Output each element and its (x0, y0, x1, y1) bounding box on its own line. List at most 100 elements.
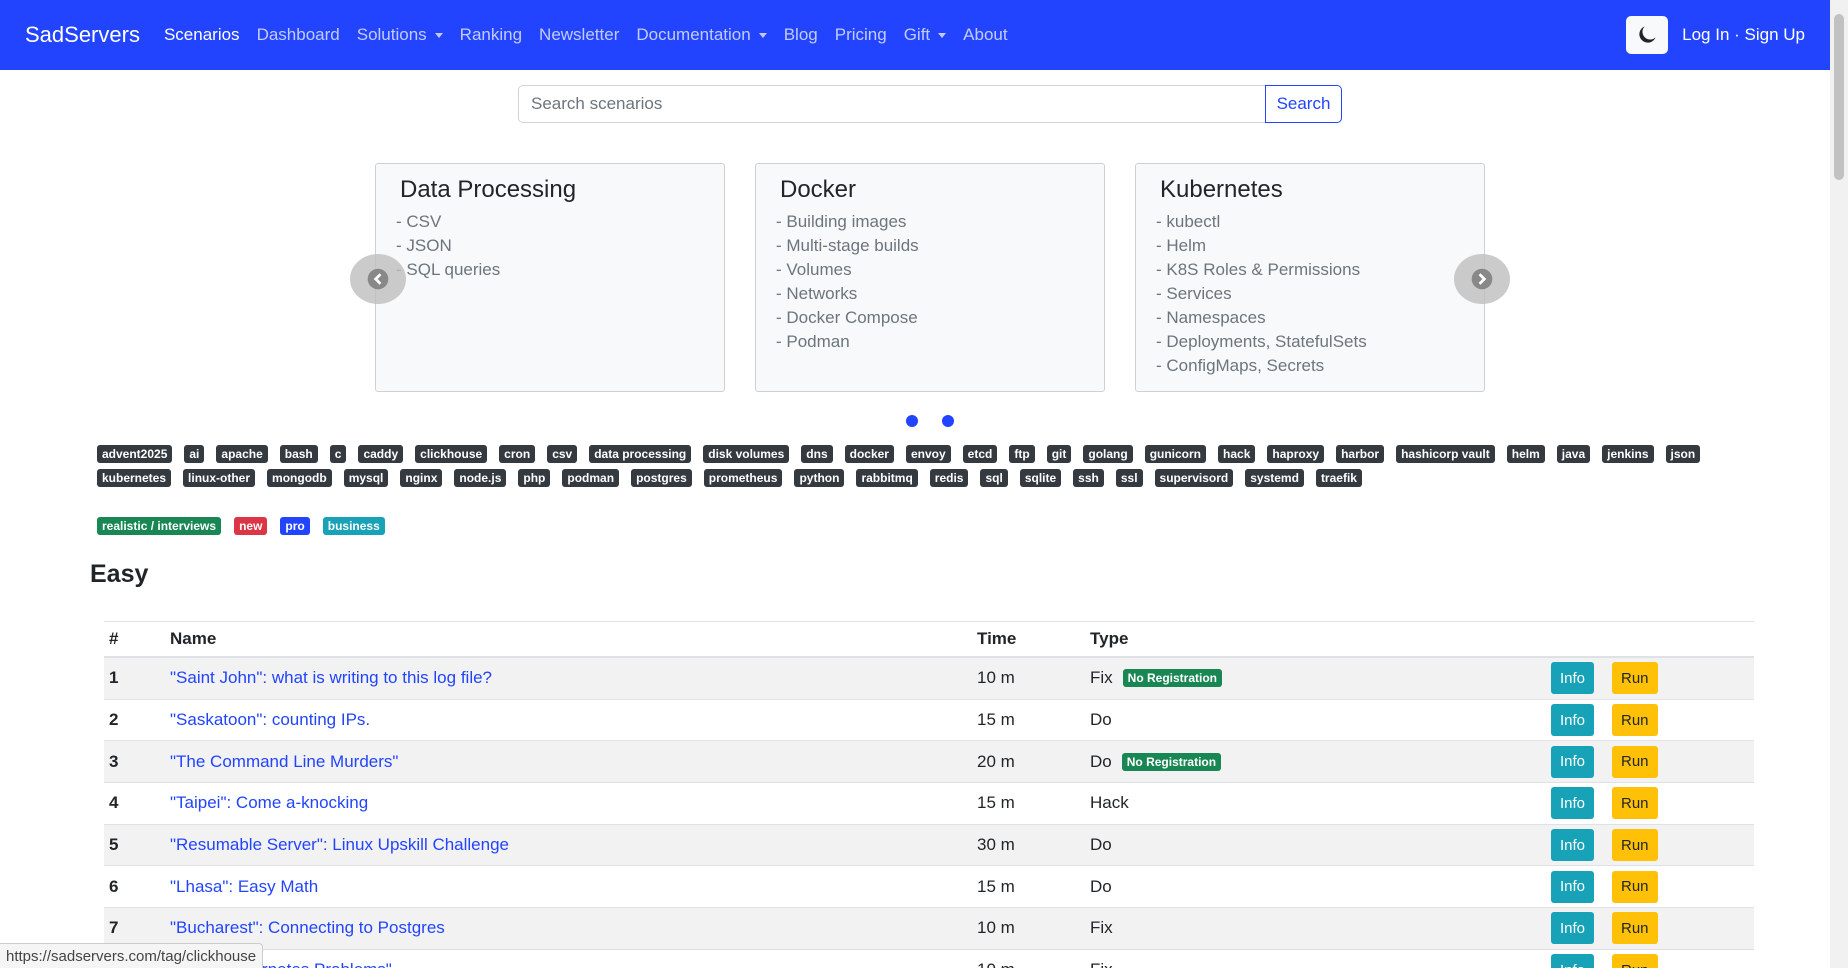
nav-link-label: Blog (783, 25, 818, 44)
carousel-indicator-1[interactable] (906, 415, 918, 427)
info-button[interactable]: Info (1551, 912, 1595, 945)
tag-jenkins[interactable]: jenkins (1602, 445, 1654, 463)
nav-link-documentation[interactable]: Documentation (636, 25, 767, 45)
search-button[interactable]: Search (1265, 85, 1342, 123)
tag-php[interactable]: php (518, 469, 551, 487)
tag-envoy[interactable]: envoy (905, 445, 951, 463)
nav-link-gift[interactable]: Gift (904, 25, 947, 45)
run-button[interactable]: Run (1612, 954, 1658, 968)
scenario-link[interactable]: "The Command Line Murders" (170, 752, 398, 771)
tag-data-processing[interactable]: data processing (589, 445, 692, 463)
tag-sqlite[interactable]: sqlite (1019, 469, 1062, 487)
scenario-link[interactable]: "Saskatoon": counting IPs. (170, 710, 370, 729)
tag-redis[interactable]: redis (929, 469, 969, 487)
tag-golang[interactable]: golang (1083, 445, 1133, 463)
tag-postgres[interactable]: postgres (631, 469, 692, 487)
nav-link-about[interactable]: About (963, 25, 1007, 45)
nav-link-scenarios[interactable]: Scenarios (164, 25, 240, 45)
tag-java[interactable]: java (1556, 445, 1591, 463)
row-type-cell: Do No Registration (1090, 752, 1540, 772)
tag-apache[interactable]: apache (216, 445, 268, 463)
carousel-card-docker[interactable]: Docker - Building images - Multi-stage bui… (755, 163, 1105, 392)
tag-c[interactable]: c (329, 445, 347, 463)
login-signup-link[interactable]: Log In · Sign Up (1682, 25, 1805, 45)
nav-link-pricing[interactable]: Pricing (835, 25, 887, 45)
scenario-link[interactable]: "Resumable Server": Linux Upskill Challe… (170, 835, 509, 854)
tag-rabbitmq[interactable]: rabbitmq (856, 469, 918, 487)
tag-docker[interactable]: docker (844, 445, 894, 463)
info-button[interactable]: Info (1551, 954, 1595, 968)
tag-hack[interactable]: hack (1218, 445, 1256, 463)
nav-link-ranking[interactable]: Ranking (460, 25, 522, 45)
card-list-item: - SQL queries (396, 260, 501, 279)
tag-cron[interactable]: cron (499, 445, 536, 463)
tag-haproxy[interactable]: haproxy (1267, 445, 1325, 463)
run-button[interactable]: Run (1612, 662, 1658, 695)
info-button[interactable]: Info (1551, 745, 1595, 778)
scenario-link[interactable]: "Bucharest": Connecting to Postgres (170, 918, 445, 937)
tag-prometheus[interactable]: prometheus (703, 469, 783, 487)
tag-gunicorn[interactable]: gunicorn (1144, 445, 1207, 463)
page-scrollbar[interactable] (1830, 0, 1848, 968)
tag-mongodb[interactable]: mongodb (267, 469, 332, 487)
run-button[interactable]: Run (1612, 787, 1658, 820)
tag-ai[interactable]: ai (184, 445, 205, 463)
tag-supervisord[interactable]: supervisord (1154, 469, 1234, 487)
run-button[interactable]: Run (1612, 745, 1658, 778)
nav-link-newsletter[interactable]: Newsletter (539, 25, 619, 45)
tag-bash[interactable]: bash (279, 445, 318, 463)
row-name-cell: "The Command Line Murders" (170, 752, 977, 772)
theme-toggle-button[interactable] (1626, 16, 1669, 54)
scenario-link[interactable]: "Taipei": Come a-knocking (170, 793, 368, 812)
chevron-left-icon (367, 268, 389, 290)
tag-ssh[interactable]: ssh (1073, 469, 1104, 487)
info-button[interactable]: Info (1551, 787, 1595, 820)
nav-link-blog[interactable]: Blog (784, 25, 818, 45)
tag-csv[interactable]: csv (547, 445, 578, 463)
tag-linux-other[interactable]: linux-other (183, 469, 256, 487)
tag-ssl[interactable]: ssl (1115, 469, 1143, 487)
carousel-indicator-2[interactable] (942, 415, 954, 427)
tag-mysql[interactable]: mysql (343, 469, 389, 487)
tag-systemd[interactable]: systemd (1245, 469, 1304, 487)
scenario-link[interactable]: "Saint John": what is writing to this lo… (170, 668, 492, 687)
scenario-link[interactable]: "Lhasa": Easy Math (170, 877, 318, 896)
scrollbar-thumb[interactable] (1834, 14, 1844, 180)
tag-helm[interactable]: helm (1506, 445, 1545, 463)
nav-link-solutions[interactable]: Solutions (357, 25, 443, 45)
tag-nginx[interactable]: nginx (400, 469, 443, 487)
tag-git[interactable]: git (1046, 445, 1072, 463)
carousel-next-button[interactable] (1454, 254, 1510, 304)
tag-etcd[interactable]: etcd (962, 445, 998, 463)
tag-node-js[interactable]: node.js (454, 469, 507, 487)
tag-hashicorp-vault[interactable]: hashicorp vault (1396, 445, 1495, 463)
tag-caddy[interactable]: caddy (358, 445, 404, 463)
tag-sql[interactable]: sql (980, 469, 1008, 487)
tag-kubernetes[interactable]: kubernetes (97, 469, 172, 487)
tag-python[interactable]: python (794, 469, 845, 487)
tag-podman[interactable]: podman (562, 469, 620, 487)
carousel-card-kubernetes[interactable]: Kubernetes - kubectl - Helm - K8S Roles & P… (1135, 163, 1485, 392)
info-button[interactable]: Info (1551, 662, 1595, 695)
brand-logo[interactable]: SadServers (25, 22, 140, 48)
tag-dns[interactable]: dns (801, 445, 833, 463)
info-button[interactable]: Info (1551, 704, 1595, 737)
nav-link-dashboard[interactable]: Dashboard (257, 25, 340, 45)
run-button[interactable]: Run (1612, 704, 1658, 737)
tag-advent2025[interactable]: advent2025 (97, 445, 173, 463)
tag-clickhouse[interactable]: clickhouse (415, 445, 488, 463)
info-button[interactable]: Info (1551, 870, 1595, 903)
carousel-prev-button[interactable] (350, 254, 406, 304)
tag-harbor[interactable]: harbor (1336, 445, 1385, 463)
search-input[interactable] (518, 85, 1266, 123)
run-button[interactable]: Run (1612, 829, 1658, 862)
carousel-card-data-processing[interactable]: Data Processing - CSV - JSON - SQL queries (375, 163, 725, 392)
tag-disk-volumes[interactable]: disk volumes (703, 445, 790, 463)
run-button[interactable]: Run (1612, 870, 1658, 903)
no-registration-badge: No Registration (1121, 752, 1222, 771)
run-button[interactable]: Run (1612, 912, 1658, 945)
tag-ftp[interactable]: ftp (1009, 445, 1035, 463)
tag-traefik[interactable]: traefik (1315, 469, 1362, 487)
info-button[interactable]: Info (1551, 829, 1595, 862)
tag-json[interactable]: json (1665, 445, 1701, 463)
